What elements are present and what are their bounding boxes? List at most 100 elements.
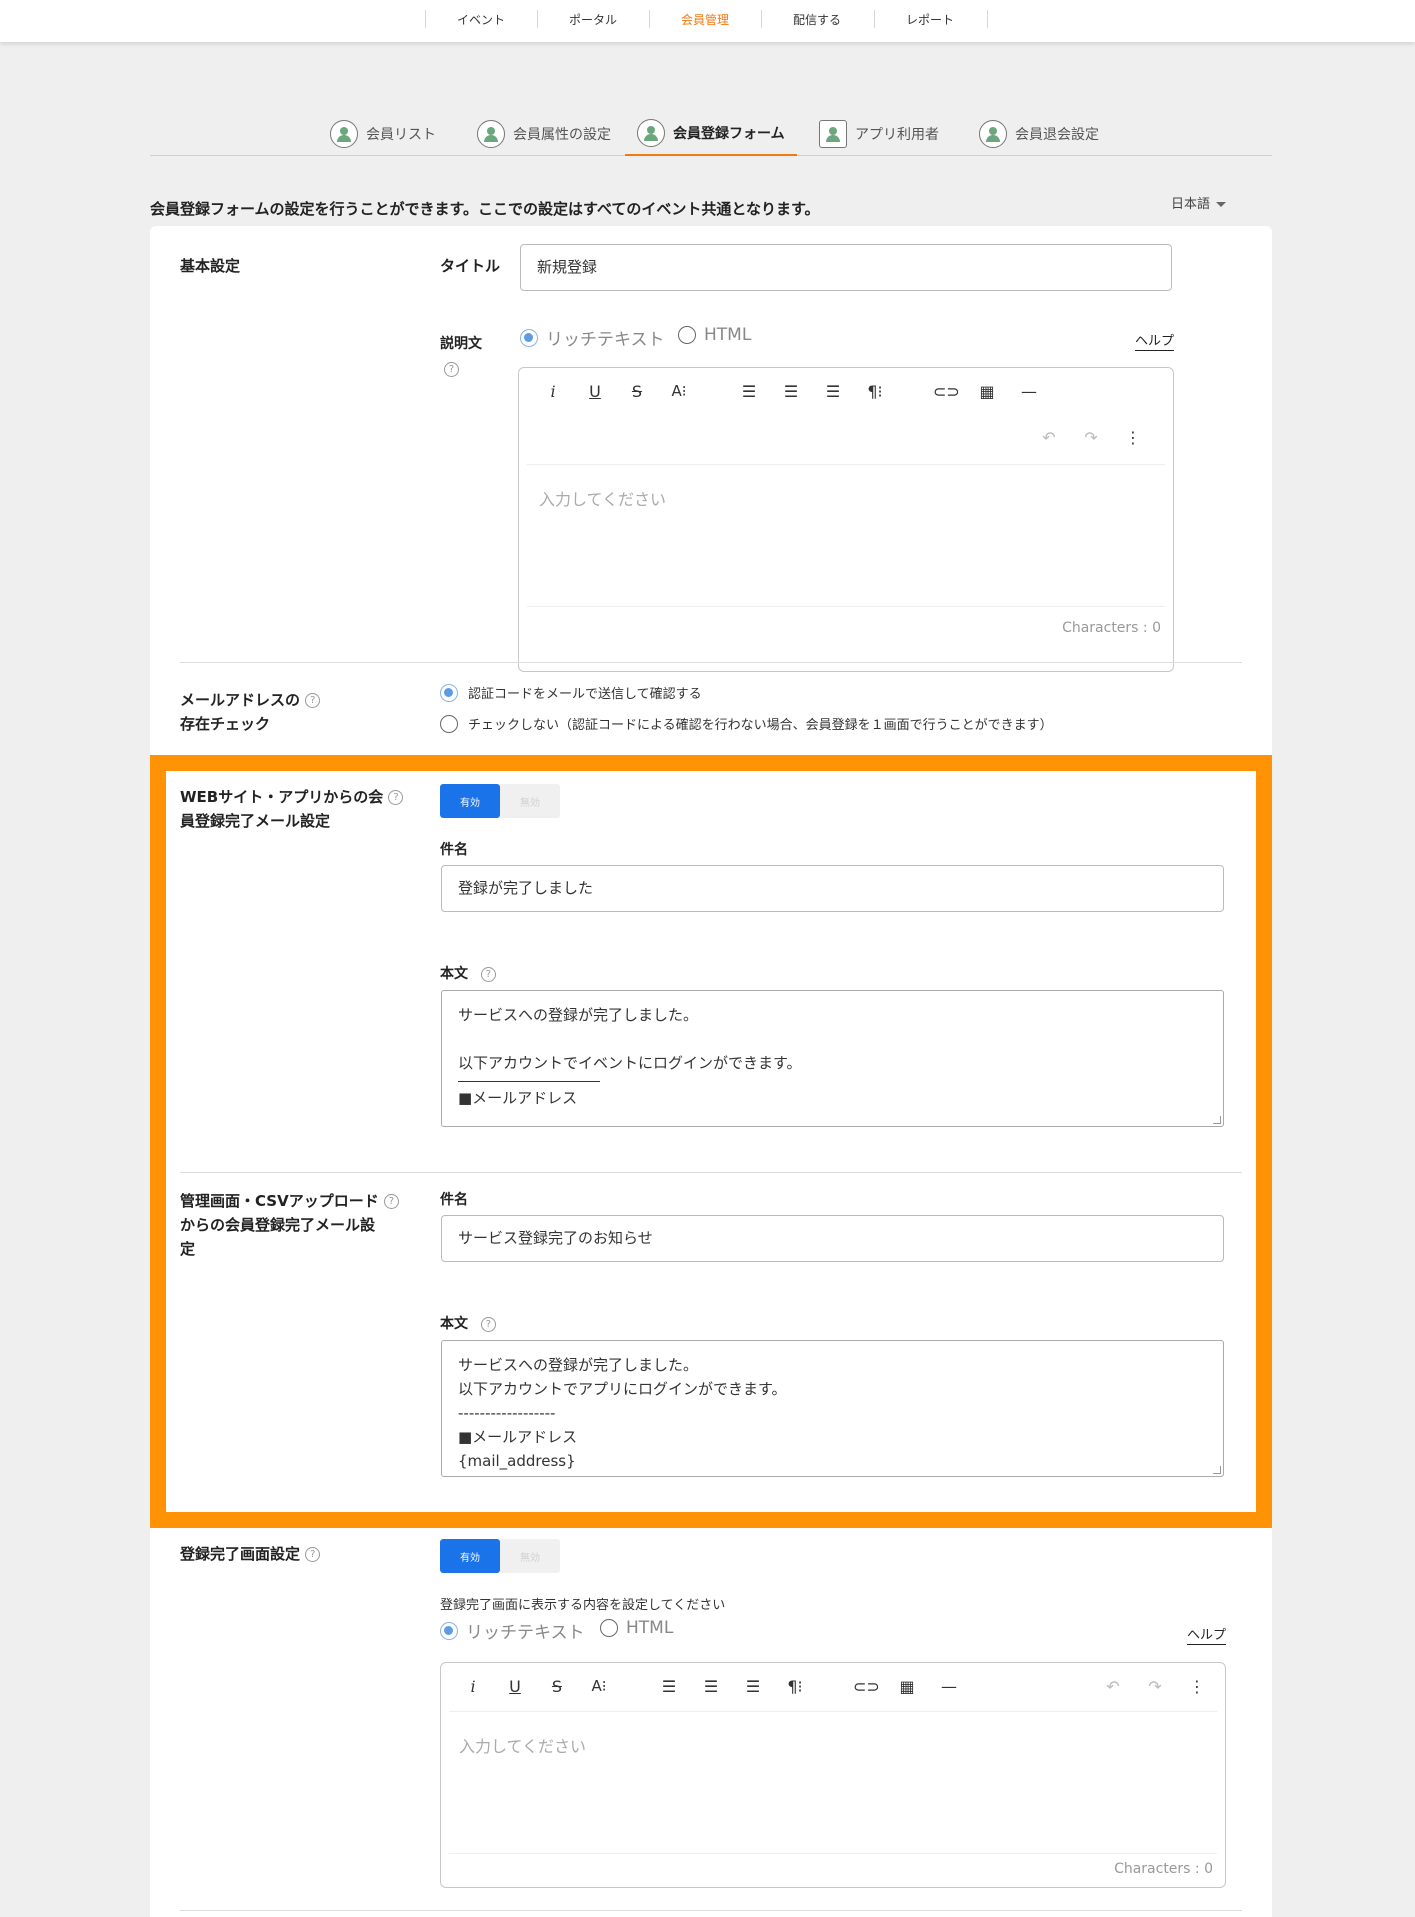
radio-icon xyxy=(440,1621,458,1640)
complete-screen-label-text: 登録完了画面設定 xyxy=(180,1545,301,1563)
tab-member-list[interactable]: 会員リスト xyxy=(330,112,436,156)
tab-app-users[interactable]: アプリ利用者 xyxy=(819,112,939,156)
radio-label: チェックしない（認証コードによる確認を行わない場合、会員登録を１画面で行うことが… xyxy=(468,718,1053,733)
align-right-icon[interactable]: ☰ xyxy=(741,1677,765,1696)
redo-icon[interactable]: ↷ xyxy=(1143,1677,1167,1696)
link-icon[interactable]: ⊂⊃ xyxy=(853,1677,880,1696)
section-divider xyxy=(180,1910,1242,1911)
strikethrough-icon[interactable]: S xyxy=(545,1677,569,1696)
font-size-icon[interactable]: A⁝ xyxy=(667,382,691,400)
withdrawal-settings-icon xyxy=(979,120,1007,148)
table-icon[interactable]: ▦ xyxy=(975,382,999,401)
toolbar-divider xyxy=(527,464,1165,465)
radio-icon xyxy=(520,328,538,347)
tab-label: 会員退会設定 xyxy=(1015,127,1099,143)
email-check-label: メールアドレスの ? 存在チェック xyxy=(180,688,321,736)
footer-divider xyxy=(449,1853,1217,1854)
character-count: Characters : 0 xyxy=(1114,1861,1213,1877)
language-select[interactable]: 日本語 xyxy=(1171,193,1227,212)
toggle-disabled[interactable]: 無効 xyxy=(500,1539,560,1573)
more-options-icon[interactable]: ⋮ xyxy=(1185,1677,1209,1696)
description-label: 説明文 xyxy=(440,336,482,352)
app-users-icon xyxy=(819,120,847,148)
redo-icon[interactable]: ↷ xyxy=(1079,428,1103,447)
description-editor[interactable]: i U S A⁝ ☰ ☰ ☰ ¶⁝ ⊂⊃ ▦ — ↶ ↷ ⋮ 入力してください … xyxy=(518,367,1174,672)
chevron-down-icon xyxy=(1216,202,1227,207)
language-label: 日本語 xyxy=(1171,197,1211,212)
radio-icon xyxy=(678,326,696,344)
email-check-label-line2: 存在チェック xyxy=(180,715,271,733)
italic-icon[interactable]: i xyxy=(461,1677,485,1696)
horizontal-rule-icon[interactable]: — xyxy=(1017,382,1041,401)
nav-item-report[interactable]: レポート xyxy=(875,11,985,28)
title-input[interactable]: 新規登録 xyxy=(520,244,1172,291)
basic-settings-label: 基本設定 xyxy=(180,257,241,275)
align-center-icon[interactable]: ☰ xyxy=(699,1677,723,1696)
complete-mode-html[interactable]: HTML xyxy=(600,1618,673,1638)
radio-icon xyxy=(600,1619,618,1637)
underline-icon[interactable]: U xyxy=(583,382,607,401)
nav-item-distribute[interactable]: 配信する xyxy=(762,11,872,28)
tab-label: アプリ利用者 xyxy=(855,127,939,143)
email-check-option-code[interactable]: 認証コードをメールで送信して確認する xyxy=(440,683,702,702)
email-check-option-none[interactable]: チェックしない（認証コードによる確認を行わない場合、会員登録を１画面で行うことが… xyxy=(440,714,1053,733)
radio-label: リッチテキスト xyxy=(546,330,665,350)
question-icon[interactable]: ? xyxy=(444,362,459,377)
font-size-icon[interactable]: A⁝ xyxy=(587,1677,611,1695)
nav-item-portal[interactable]: ポータル xyxy=(538,11,648,28)
align-right-icon[interactable]: ☰ xyxy=(821,382,845,401)
complete-screen-toggle[interactable]: 有効 無効 xyxy=(440,1539,560,1573)
radio-icon xyxy=(440,714,458,733)
member-attributes-icon xyxy=(477,120,505,148)
highlight-frame xyxy=(150,755,1272,1528)
top-navigation: イベント ポータル 会員管理 配信する レポート xyxy=(0,0,1415,42)
registration-form-icon xyxy=(637,119,665,147)
tab-label: 会員属性の設定 xyxy=(513,127,611,143)
complete-screen-hint: 登録完了画面に表示する内容を設定してください xyxy=(440,1598,726,1613)
align-center-icon[interactable]: ☰ xyxy=(779,382,803,401)
complete-mode-rich[interactable]: リッチテキスト xyxy=(440,1618,585,1643)
complete-screen-label: 登録完了画面設定 ? xyxy=(180,1542,321,1566)
nav-item-member-management[interactable]: 会員管理 xyxy=(650,11,760,28)
question-icon[interactable]: ? xyxy=(305,1547,321,1562)
help-link[interactable]: ヘルプ xyxy=(1135,330,1175,351)
nav-item-event[interactable]: イベント xyxy=(426,11,536,28)
undo-icon[interactable]: ↶ xyxy=(1101,1677,1125,1696)
horizontal-rule-icon[interactable]: — xyxy=(937,1677,961,1696)
title-label: タイトル xyxy=(440,257,501,275)
radio-label: 認証コードをメールで送信して確認する xyxy=(468,687,702,702)
align-left-icon[interactable]: ☰ xyxy=(657,1677,681,1696)
description-mode-html[interactable]: HTML xyxy=(678,325,751,345)
tab-withdrawal-settings[interactable]: 会員退会設定 xyxy=(979,112,1099,156)
paragraph-icon[interactable]: ¶⁝ xyxy=(863,382,887,401)
member-subtabs: 会員リスト 会員属性の設定 会員登録フォーム アプリ利用者 会員退会設定 xyxy=(150,112,1272,156)
underline-icon[interactable]: U xyxy=(503,1677,527,1696)
footer-divider xyxy=(527,606,1165,607)
undo-icon[interactable]: ↶ xyxy=(1037,428,1061,447)
nav-separator xyxy=(987,10,988,28)
question-icon[interactable]: ? xyxy=(305,693,321,708)
paragraph-icon[interactable]: ¶⁝ xyxy=(783,1677,807,1696)
radio-label: リッチテキスト xyxy=(466,1623,585,1643)
page-description: 会員登録フォームの設定を行うことができます。ここでの設定はすべてのイベント共通と… xyxy=(150,200,820,218)
tab-member-attributes[interactable]: 会員属性の設定 xyxy=(477,112,611,156)
editor-placeholder: 入力してください xyxy=(459,1737,587,1756)
section-divider xyxy=(180,662,1242,663)
editor-placeholder: 入力してください xyxy=(539,490,667,509)
radio-label: HTML xyxy=(626,1618,674,1638)
member-list-icon xyxy=(330,120,358,148)
link-icon[interactable]: ⊂⊃ xyxy=(933,382,960,401)
strikethrough-icon[interactable]: S xyxy=(625,382,649,401)
tab-label: 会員リスト xyxy=(366,127,436,143)
italic-icon[interactable]: i xyxy=(541,382,565,401)
description-mode-rich[interactable]: リッチテキスト xyxy=(520,325,665,350)
character-count: Characters : 0 xyxy=(1062,620,1161,636)
help-link[interactable]: ヘルプ xyxy=(1187,1624,1227,1645)
tab-registration-form[interactable]: 会員登録フォーム xyxy=(625,112,797,156)
toolbar-divider xyxy=(449,1711,1217,1712)
table-icon[interactable]: ▦ xyxy=(895,1677,919,1696)
more-options-icon[interactable]: ⋮ xyxy=(1121,428,1145,447)
align-left-icon[interactable]: ☰ xyxy=(737,382,761,401)
toggle-enabled[interactable]: 有効 xyxy=(440,1539,500,1573)
complete-screen-editor[interactable]: i U S A⁝ ☰ ☰ ☰ ¶⁝ ⊂⊃ ▦ — ↶ ↷ ⋮ 入力してください … xyxy=(440,1662,1226,1888)
